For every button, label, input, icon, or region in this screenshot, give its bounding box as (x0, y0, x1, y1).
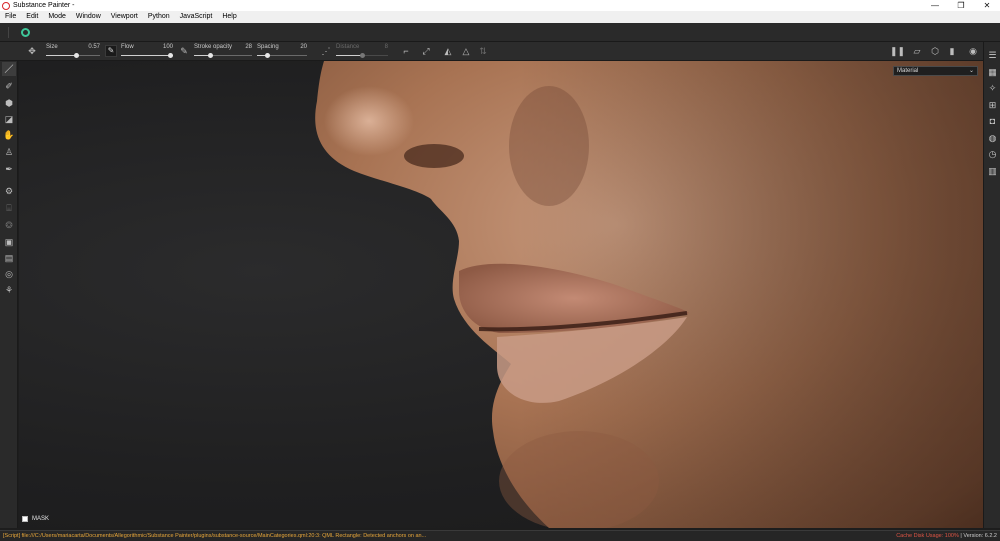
log-icon[interactable]: ▥ (986, 165, 999, 178)
status-right: Cache Disk Usage: 100% | Version: 6.2.2 (896, 531, 997, 541)
geometry-mask-icon[interactable]: ⚙ (2, 184, 16, 198)
flow-slider[interactable]: Flow 100 (121, 42, 173, 61)
cache-usage: Cache Disk Usage: 100% (896, 533, 959, 539)
line-mode-icon[interactable]: ⌐ (400, 45, 412, 57)
menu-window[interactable]: Window (71, 11, 106, 23)
spacing-value[interactable]: 20 (300, 44, 307, 50)
clone-stamp-icon[interactable]: ♙ (2, 145, 16, 159)
document-icon[interactable]: ▤ (2, 251, 16, 265)
history-icon[interactable]: ◷ (986, 148, 999, 161)
symmetry-icon[interactable]: ✥ (26, 45, 38, 57)
size-slider-handle[interactable] (74, 53, 80, 58)
3d-viewport[interactable]: Material ⌄ MASK (19, 61, 983, 528)
flow-slider-handle[interactable] (168, 53, 173, 58)
mask-label: MASK (32, 516, 50, 522)
strip-separator (8, 27, 9, 38)
menu-bar: File Edit Mode Window Viewport Python Ja… (0, 11, 1000, 23)
size-value[interactable]: 0.57 (88, 44, 100, 50)
distance-value[interactable]: 8 (385, 44, 388, 50)
title-bar: Substance Painter - — ❐ ✕ (0, 0, 1000, 11)
render-mode-dropdown[interactable]: Material ⌄ (893, 66, 978, 76)
uv-grid-icon[interactable]: ⊞ (986, 99, 999, 112)
mirror-y-icon: △ (462, 46, 470, 56)
menu-python[interactable]: Python (143, 11, 175, 23)
spacing-label: Spacing (257, 44, 279, 50)
menu-javascript[interactable]: JavaScript (175, 11, 218, 23)
menu-mode[interactable]: Mode (43, 11, 71, 23)
chevron-down-icon: ⌄ (968, 68, 974, 74)
projection-icon[interactable]: ⬢ (2, 96, 16, 110)
face-render (315, 61, 983, 528)
left-tool-shelf: ／ ✐ ⬢ ◪ ✋ ♙ ✒ ⚙ ⌸ ❂ ▣ ▤ ◎ ⚘ (0, 61, 18, 528)
status-bar: [Script] file:///C:/Users/mariacarta/Doc… (0, 530, 1000, 541)
camera-video-icon[interactable]: ▮ (946, 45, 958, 57)
alignment-icon[interactable]: ⤢ (420, 45, 432, 57)
environment-icon[interactable]: ⬡ (929, 45, 941, 57)
lazy-mouse-icon[interactable]: ⋰ (320, 45, 332, 57)
render-mode-value: Material (897, 68, 919, 74)
close-button[interactable]: ✕ (974, 0, 1000, 11)
substance-painter-logo-icon (2, 1, 10, 10)
stroke-opacity-label: Stroke opacity (194, 44, 233, 50)
share-icon[interactable]: ⚘ (2, 283, 16, 297)
window-title: Substance Painter - (13, 2, 75, 9)
display-settings-icon[interactable]: ◘ (986, 115, 999, 128)
size-label: Size (46, 44, 58, 50)
stroke-opacity-slider[interactable]: Stroke opacity 28 (194, 42, 252, 61)
size-pen-pressure-icon[interactable]: ✎ (105, 45, 117, 57)
mask-toggle[interactable]: MASK (22, 516, 49, 522)
minimize-button[interactable]: — (922, 0, 948, 11)
distance-slider-handle[interactable] (359, 53, 365, 58)
plugin-strip (0, 23, 1000, 42)
spacing-slider[interactable]: Spacing 20 (257, 42, 307, 61)
menu-help[interactable]: Help (217, 11, 241, 23)
distance-slider[interactable]: Distance 8 (336, 42, 388, 61)
texture-set-icon[interactable]: ▦ (986, 66, 999, 79)
size-slider[interactable]: Size 0.57 (46, 42, 100, 61)
menu-viewport[interactable]: Viewport (106, 11, 143, 23)
nostril (404, 144, 464, 168)
right-panel-shelf: ☰ ▦ ✧ ⊞ ◘ ◍ ◷ ▥ (983, 42, 1000, 528)
mirror-z-icon[interactable]: ⇅ (477, 45, 489, 57)
pause-icon[interactable]: ❚❚ (890, 45, 905, 57)
flow-value[interactable]: 100 (163, 44, 173, 50)
log-message[interactable]: [Script] file:///C:/Users/mariacarta/Doc… (3, 531, 426, 541)
world-icon[interactable]: ◍ (986, 132, 999, 145)
mask-checkbox[interactable] (22, 516, 28, 522)
distance-label: Distance (336, 44, 360, 50)
stroke-opacity-slider-handle[interactable] (207, 53, 213, 58)
menu-edit[interactable]: Edit (21, 11, 43, 23)
window-controls: — ❐ ✕ (922, 0, 1000, 11)
sphere-icon[interactable]: ❂ (2, 218, 16, 232)
brush-icon[interactable]: ／ (2, 62, 16, 76)
shader-icon[interactable]: ✧ (986, 82, 999, 95)
spacing-slider-handle[interactable] (264, 53, 270, 58)
color-picker-icon[interactable]: ✒ (2, 162, 16, 176)
mirror-x-icon[interactable]: ◭ (442, 45, 454, 57)
smudge-icon[interactable]: ✋ (2, 128, 16, 142)
eraser-icon[interactable]: ✐ (2, 79, 16, 93)
menu-file[interactable]: File (0, 11, 21, 23)
status-separator: | (960, 533, 962, 539)
tool-properties-bar: ✥ Size 0.57 ✎ Flow 100 ✎ Stroke opacity … (0, 42, 1000, 61)
stroke-opacity-value[interactable]: 28 (245, 44, 252, 50)
maximize-button[interactable]: ❐ (948, 0, 974, 11)
flow-pen-pressure-icon[interactable]: ✎ (178, 45, 190, 57)
flow-label: Flow (121, 44, 134, 50)
screenshot-camera-icon[interactable]: ◉ (967, 45, 979, 57)
layers-icon[interactable]: ☰ (986, 49, 999, 62)
settings-icon[interactable]: ◎ (2, 267, 16, 281)
version-label: Version: 6.2.2 (963, 533, 997, 539)
polygon-fill-icon[interactable]: ◪ (2, 112, 16, 126)
view-mode-icon[interactable]: ▱ (911, 45, 923, 57)
bake-icon[interactable]: ⌸ (2, 201, 16, 215)
photoshop-export-icon[interactable]: ▣ (2, 235, 16, 249)
plugin-status-icon[interactable] (21, 28, 30, 37)
